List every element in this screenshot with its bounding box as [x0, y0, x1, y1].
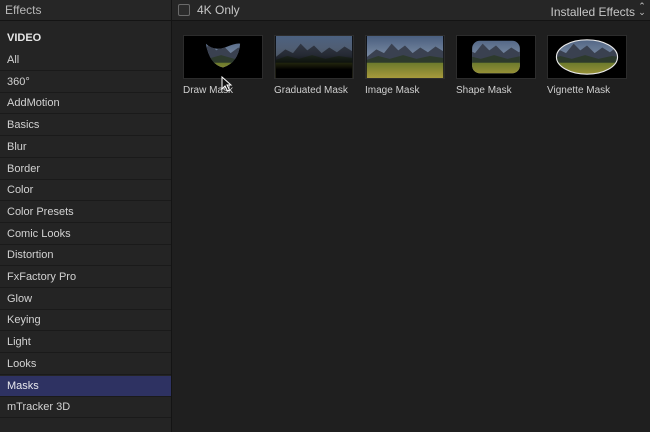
sidebar-item-label: Looks — [7, 357, 37, 370]
sidebar-item-label: Basics — [7, 119, 40, 132]
sidebar-item-looks[interactable]: Looks — [0, 354, 171, 375]
sidebar-item-label: Color — [7, 184, 34, 197]
mouse-pointer-icon — [221, 76, 233, 92]
sidebar-item-masks[interactable]: Masks — [0, 375, 171, 397]
effect-thumbnail — [365, 35, 445, 79]
sidebar-item-border[interactable]: Border — [0, 159, 171, 180]
4k-only-checkbox[interactable] — [178, 4, 190, 16]
sidebar-item-light[interactable]: Light — [0, 332, 171, 354]
sidebar-item-label: Color Presets — [7, 205, 74, 218]
sidebar-item-mtracker-3d[interactable]: mTracker 3D — [0, 397, 171, 419]
effect-label: Image Mask — [365, 85, 420, 96]
sidebar-item-color-presets[interactable]: Color Presets — [0, 202, 171, 223]
sidebar-item-blur[interactable]: Blur — [0, 137, 171, 158]
sidebar-item-label: 360° — [7, 75, 30, 88]
sidebar-item-label: AddMotion — [7, 97, 60, 110]
sidebar-item-glow[interactable]: Glow — [0, 289, 171, 310]
4k-only-label[interactable]: 4K Only — [197, 3, 240, 17]
sidebar-item-fxfactory-pro[interactable]: FxFactory Pro — [0, 267, 171, 288]
effect-thumbnail — [183, 35, 263, 79]
sidebar-item-label: Glow — [7, 292, 33, 305]
top-bar: Effects 4K Only Installed Effects ⌃ ⌄ — [0, 0, 650, 21]
divider — [171, 0, 172, 20]
effect-thumbnail — [547, 35, 627, 79]
sidebar-item-basics[interactable]: Basics — [0, 115, 171, 137]
category-sidebar: VIDEO All 360° AddMotion Basics Blur Border Col… — [0, 21, 172, 432]
sidebar-item-label: FxFactory Pro — [7, 271, 77, 283]
sidebar-section-header: VIDEO — [7, 32, 42, 44]
sidebar-item-comic-looks[interactable]: Comic Looks — [0, 224, 171, 245]
sidebar-item-color[interactable]: Color — [0, 180, 171, 202]
panel-title: Effects — [5, 3, 42, 17]
sidebar-item-label: Masks — [7, 379, 39, 392]
effect-label: Shape Mask — [456, 85, 512, 96]
sidebar-item-label: Blur — [7, 140, 27, 153]
effect-tile-vignette-mask[interactable]: Vignette Mask — [547, 35, 627, 96]
sidebar-item-label: Keying — [7, 314, 41, 327]
sidebar-item-label: Light — [7, 336, 31, 349]
sidebar-item-label: Comic Looks — [7, 227, 71, 240]
effect-tile-graduated-mask[interactable]: Graduated Mask — [274, 35, 354, 96]
sidebar-item-label: Border — [7, 162, 41, 175]
effect-thumbnail — [274, 35, 354, 79]
effects-browser: Draw Mask Graduated Mask Image Mask Shape M… — [172, 21, 650, 432]
effect-tile-shape-mask[interactable]: Shape Mask — [456, 35, 536, 96]
effect-label: Vignette Mask — [547, 85, 611, 96]
sidebar-item-addmotion[interactable]: AddMotion — [0, 93, 171, 115]
installed-effects-select[interactable]: Installed Effects ⌃ ⌄ — [550, 1, 647, 20]
up-down-chevron-icon: ⌃ ⌄ — [638, 1, 646, 17]
sidebar-item-distortion[interactable]: Distortion — [0, 245, 171, 267]
sidebar-item-label: Distortion — [7, 249, 54, 262]
effect-label: Graduated Mask — [274, 85, 348, 96]
effect-tile-image-mask[interactable]: Image Mask — [365, 35, 445, 96]
installed-effects-label: Installed Effects — [550, 5, 636, 19]
sidebar-item-label: All — [7, 54, 20, 66]
sidebar-item-label: mTracker 3D — [7, 401, 71, 414]
sidebar-item-keying[interactable]: Keying — [0, 310, 171, 332]
effect-thumbnail — [456, 35, 536, 79]
sidebar-item-all[interactable]: All — [0, 50, 171, 71]
sidebar-item-360[interactable]: 360° — [0, 72, 171, 93]
